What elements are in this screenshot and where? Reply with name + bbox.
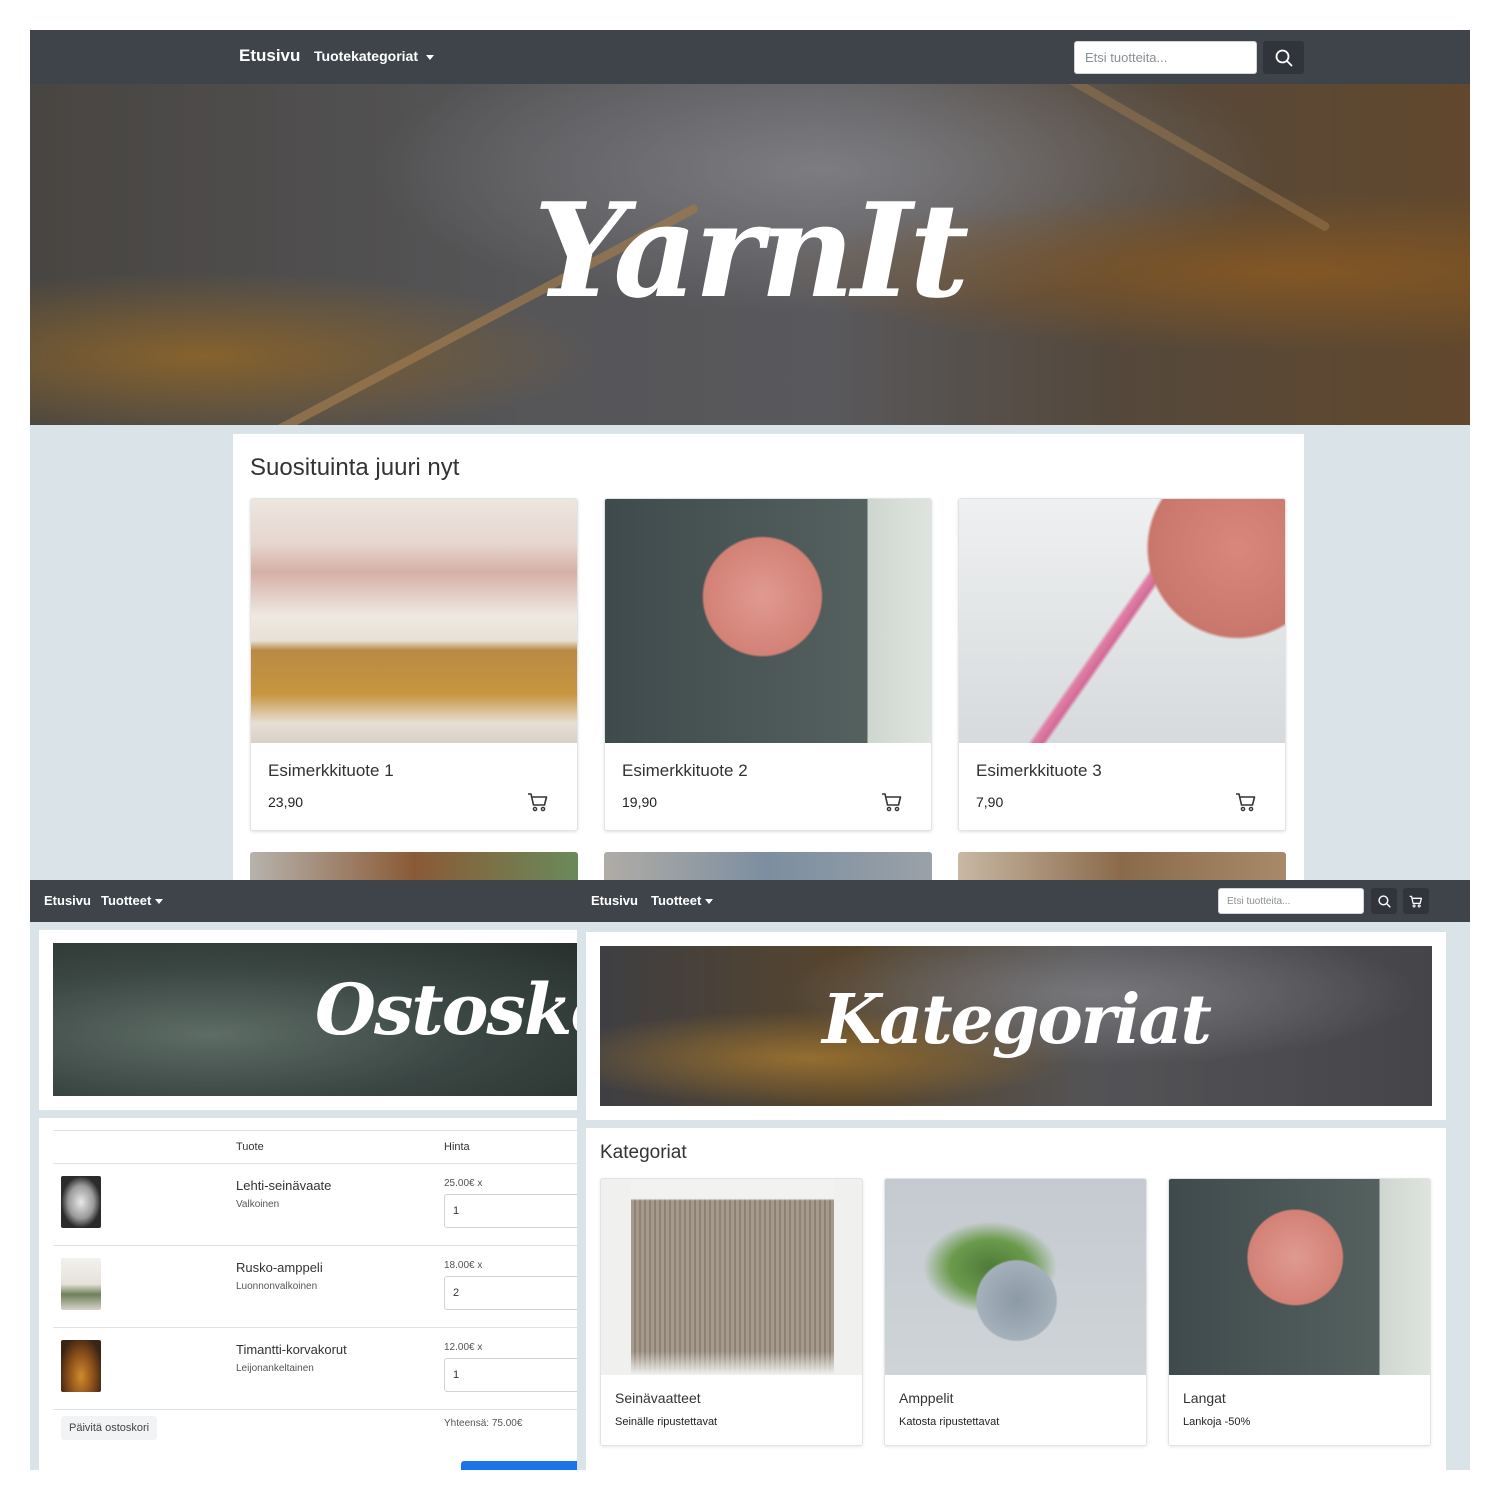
category-name[interactable]: Langat	[1183, 1390, 1226, 1406]
cart-table: Tuote Hinta Lehti-seinävaate Valkoinen 2…	[39, 1118, 577, 1470]
categories-page-screenshot: Etusivu Tuotteet Kategoriat Kategoriat	[577, 880, 1470, 1470]
categories-navbar: Etusivu Tuotteet	[577, 880, 1470, 922]
search-icon	[1275, 49, 1292, 66]
cart-table-header: Tuote Hinta	[53, 1130, 577, 1164]
cart-item-variant: Valkoinen	[236, 1199, 280, 1210]
categories-section: Kategoriat Seinävaatteet Seinälle ripust…	[586, 1128, 1446, 1470]
product-image	[251, 499, 577, 743]
cart-navbar: Etusivu Tuotteet	[30, 880, 577, 922]
wall-background	[601, 1179, 631, 1375]
nav-products-dropdown[interactable]: Tuotteet	[651, 893, 714, 908]
banner-title: Kategoriat	[822, 980, 1212, 1060]
shopping-cart-icon[interactable]	[527, 792, 549, 812]
caret-down-icon	[155, 899, 164, 905]
caret-down-icon	[705, 899, 714, 905]
category-image	[601, 1179, 862, 1375]
cart-item-thumbnail	[61, 1258, 101, 1310]
shopping-cart-icon[interactable]	[1235, 792, 1257, 812]
cart-page-screenshot: Etusivu Tuotteet Ostoskori Tuote Hinta L…	[30, 880, 577, 1470]
category-image	[885, 1179, 1146, 1375]
cart-item-variant: Luonnonvalkoinen	[236, 1281, 318, 1292]
search-input[interactable]	[1074, 41, 1257, 74]
nav-home-link[interactable]: Etusivu	[591, 893, 638, 908]
shopping-cart-icon[interactable]	[881, 792, 903, 812]
nav-categories-dropdown[interactable]: Tuotekategoriat	[314, 48, 434, 64]
category-card[interactable]: Amppelit Katosta ripustettavat	[884, 1178, 1147, 1446]
nav-home-link[interactable]: Etusivu	[239, 46, 300, 66]
product-price: 23,90	[268, 794, 304, 810]
product-card[interactable]: Esimerkkituote 1 23,90	[250, 498, 578, 831]
section-title: Suosituinta juuri nyt	[250, 454, 460, 481]
cart-item-variant: Leijonankeltainen	[236, 1363, 314, 1374]
caret-down-icon	[425, 54, 434, 60]
search-input[interactable]	[1218, 888, 1364, 914]
wall-background	[601, 1179, 862, 1375]
category-description: Seinälle ripustettavat	[615, 1416, 718, 1428]
cart-item-unit-price: 18.00€ x	[444, 1260, 483, 1271]
product-image	[605, 499, 931, 743]
categories-banner: Kategoriat	[600, 946, 1432, 1106]
cart-item-unit-price: 25.00€ x	[444, 1178, 483, 1189]
screenshot-collage: Etusivu Tuotekategoriat YarnIt Suosituin…	[30, 30, 1470, 1470]
product-price: 7,90	[976, 794, 1004, 810]
search-button[interactable]	[1263, 41, 1304, 74]
product-name[interactable]: Esimerkkituote 2	[622, 761, 748, 781]
cart-button[interactable]	[1403, 888, 1429, 914]
cart-item-thumbnail	[61, 1176, 101, 1228]
column-header-product: Tuote	[236, 1141, 264, 1153]
product-name[interactable]: Esimerkkituote 1	[268, 761, 394, 781]
cart-row: Rusko-amppeli Luonnonvalkoinen 18.00€ x	[53, 1246, 577, 1328]
cart-item-thumbnail	[61, 1340, 101, 1392]
cart-item-name[interactable]: Rusko-amppeli	[236, 1260, 323, 1275]
cart-item-name[interactable]: Timantti-korvakorut	[236, 1342, 347, 1357]
nav-categories-label: Tuotekategoriat	[314, 48, 418, 64]
shopping-cart-icon	[1409, 895, 1423, 907]
search-button[interactable]	[1371, 888, 1397, 914]
cart-banner: Ostoskori	[53, 943, 577, 1096]
search-icon	[1377, 894, 1391, 908]
product-price: 19,90	[622, 794, 658, 810]
categories-banner-box: Kategoriat	[586, 932, 1446, 1120]
nav-products-label: Tuotteet	[651, 893, 702, 908]
nav-home-link[interactable]: Etusivu	[44, 893, 91, 908]
banner-title: Ostoskori	[315, 968, 577, 1051]
category-name[interactable]: Amppelit	[899, 1390, 953, 1406]
cart-item-unit-price: 12.00€ x	[444, 1342, 483, 1353]
popular-products-section: Suosituinta juuri nyt Esimerkkituote 1 2…	[233, 434, 1304, 894]
main-navbar: Etusivu Tuotekategoriat	[30, 30, 1470, 84]
product-card[interactable]: Esimerkkituote 2 19,90	[604, 498, 932, 831]
category-name[interactable]: Seinävaatteet	[615, 1390, 701, 1406]
quantity-input[interactable]	[444, 1358, 577, 1392]
category-card[interactable]: Langat Lankoja -50%	[1168, 1178, 1431, 1446]
quantity-input[interactable]	[444, 1194, 577, 1228]
category-description: Katosta ripustettavat	[899, 1416, 1000, 1428]
product-card[interactable]: Esimerkkituote 3 7,90	[958, 498, 1286, 831]
nav-products-label: Tuotteet	[101, 893, 152, 908]
update-cart-button[interactable]: Päivitä ostoskori	[61, 1416, 158, 1440]
product-name[interactable]: Esimerkkituote 3	[976, 761, 1102, 781]
product-image	[959, 499, 1285, 743]
quantity-input[interactable]	[444, 1276, 577, 1310]
hero-title: YarnIt	[533, 174, 970, 327]
hero-banner: YarnIt	[30, 84, 1470, 425]
category-description: Lankoja -50%	[1183, 1416, 1251, 1428]
category-card[interactable]: Seinävaatteet Seinälle ripustettavat	[600, 1178, 863, 1446]
cart-item-name[interactable]: Lehti-seinävaate	[236, 1178, 331, 1193]
column-header-price: Hinta	[444, 1141, 470, 1153]
nav-products-dropdown[interactable]: Tuotteet	[101, 893, 164, 908]
cart-row: Timantti-korvakorut Leijonankeltainen 12…	[53, 1328, 577, 1410]
cart-total: Yhteensä: 75.00€	[444, 1418, 523, 1429]
cart-banner-box: Ostoskori	[39, 930, 577, 1110]
checkout-button[interactable]	[461, 1461, 577, 1470]
category-image	[1169, 1179, 1430, 1375]
cart-row: Lehti-seinävaate Valkoinen 25.00€ x	[53, 1164, 577, 1246]
section-title: Kategoriat	[600, 1142, 687, 1163]
wall-background	[834, 1179, 862, 1375]
